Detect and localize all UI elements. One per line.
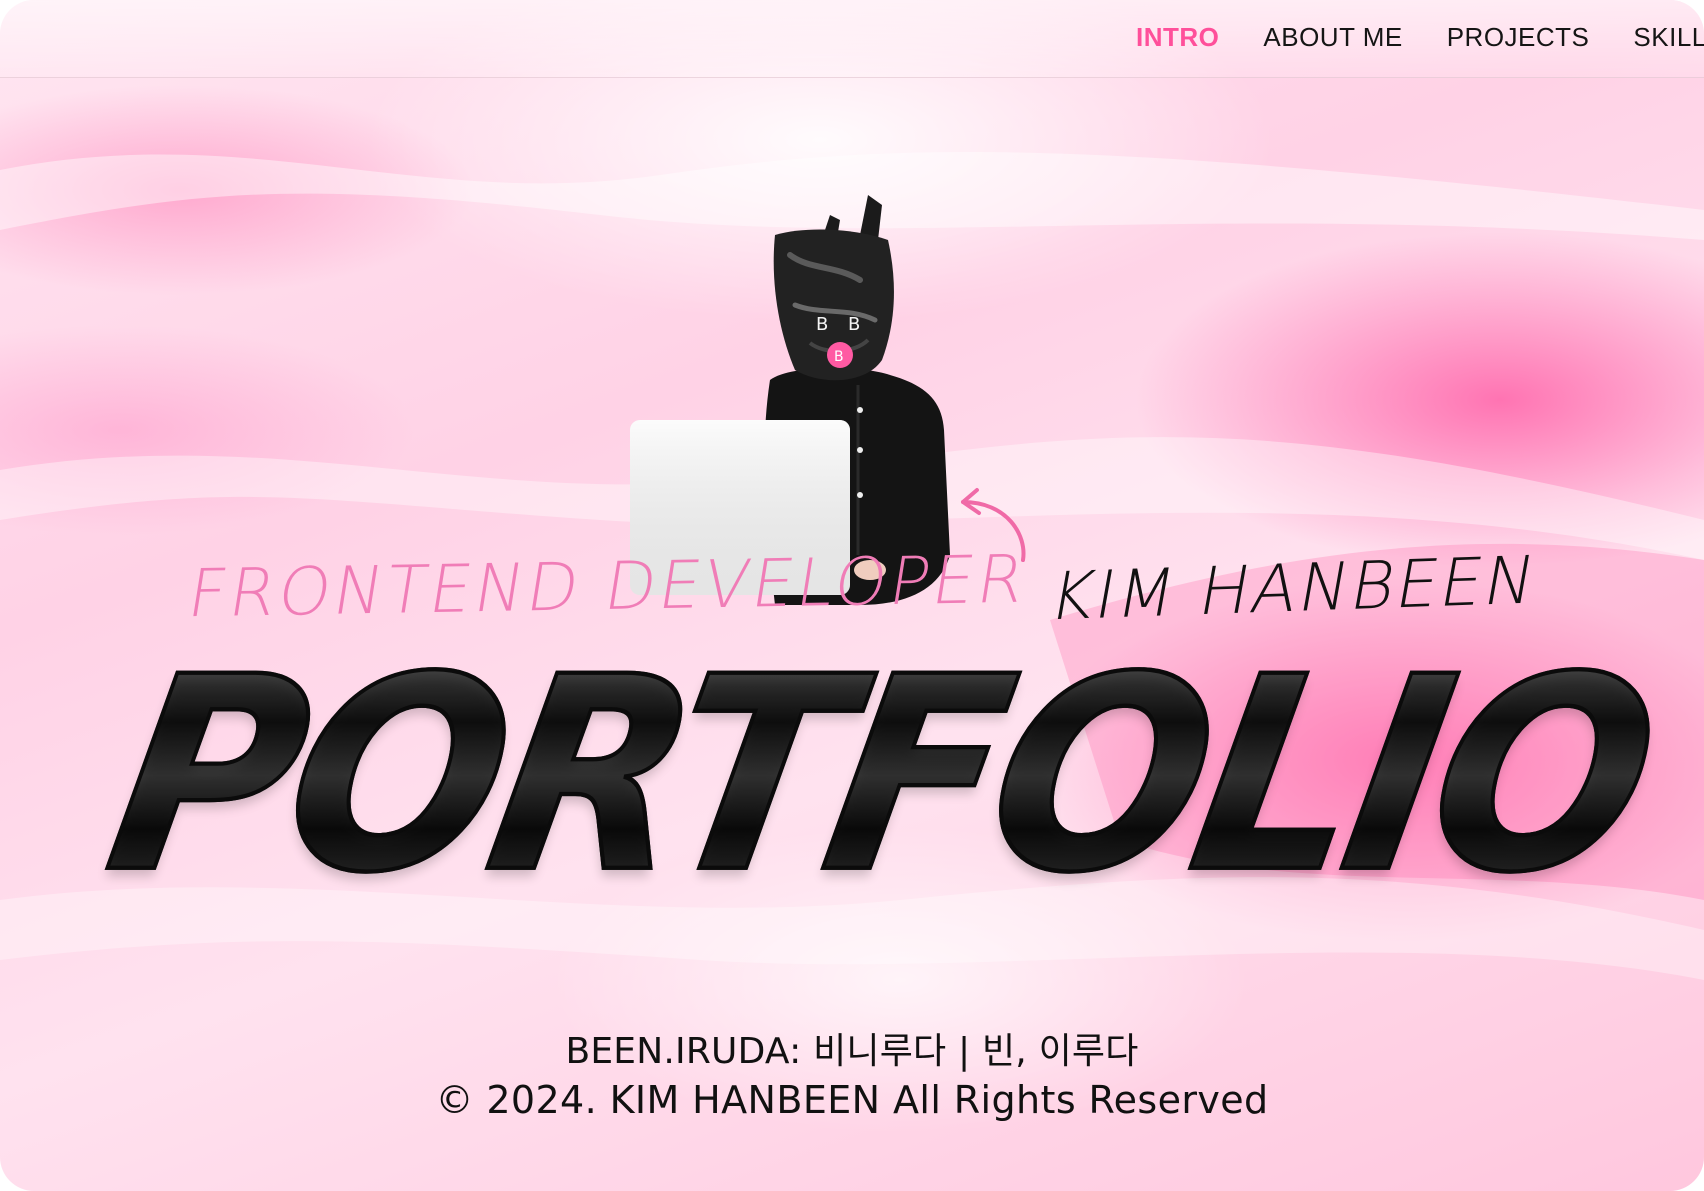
portfolio-title: PORTFOLIO — [89, 617, 1672, 933]
svg-text:B: B — [816, 314, 828, 335]
copyright-text: © 2024. KIM HANBEEN All Rights Reserved — [435, 1078, 1269, 1122]
brand-tagline: BEEN.IRUDA: 비니루다 | 빈, 이루다 — [565, 1031, 1139, 1072]
nav-item-about-me[interactable]: ABOUT ME — [1263, 22, 1402, 53]
page-frame: INTRO ABOUT ME PROJECTS SKILLS B B B — [0, 0, 1704, 1191]
svg-text:B: B — [834, 349, 844, 365]
nav-item-intro[interactable]: INTRO — [1136, 22, 1219, 53]
top-navigation: INTRO ABOUT ME PROJECTS SKILLS — [0, 0, 1704, 78]
nav-item-skills[interactable]: SKILLS — [1633, 22, 1704, 53]
nav-item-projects[interactable]: PROJECTS — [1447, 22, 1590, 53]
nav-menu: INTRO ABOUT ME PROJECTS SKILLS — [1136, 22, 1704, 53]
svg-text:B: B — [848, 314, 860, 335]
